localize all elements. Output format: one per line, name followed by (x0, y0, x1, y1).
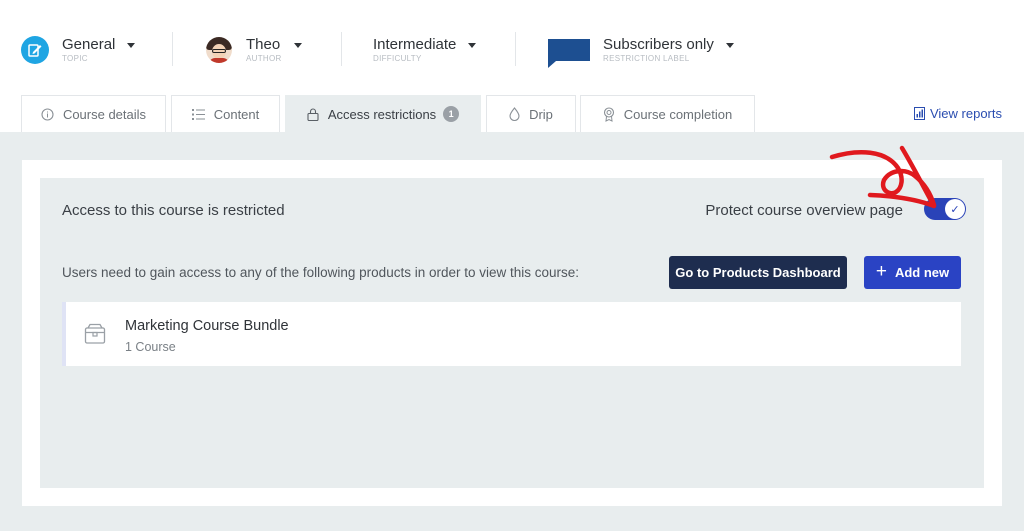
tab-content[interactable]: Content (171, 95, 280, 132)
tab-course-completion[interactable]: Course completion (580, 95, 755, 132)
topic-edit-icon (21, 36, 49, 64)
product-name: Marketing Course Bundle (125, 318, 289, 334)
report-icon (913, 107, 925, 120)
access-panel: Access to this course is restricted Prot… (22, 160, 1002, 506)
access-description: Users need to gain access to any of the … (62, 265, 580, 280)
avatar (206, 37, 232, 63)
chevron-down-icon (725, 42, 734, 48)
view-reports-link[interactable]: View reports (913, 106, 1002, 121)
count-badge: 1 (443, 106, 460, 122)
author-selector[interactable]: Theo AUTHOR (206, 30, 302, 70)
course-meta-bar: General TOPIC Theo AUTHOR Intermediate D… (0, 0, 1024, 95)
tab-label: Access restrictions (327, 106, 437, 122)
check-icon: ✓ (945, 199, 965, 219)
tab-label: Content (213, 106, 260, 122)
award-icon (603, 106, 615, 122)
divider (515, 32, 516, 66)
course-tabs: Course details Content Access restrictio… (0, 95, 1024, 132)
restriction-value: Subscribers only (603, 36, 714, 53)
list-icon (191, 108, 205, 120)
chevron-down-icon (127, 42, 136, 48)
lock-icon (307, 107, 319, 121)
chevron-down-icon (293, 42, 302, 48)
button-label: Add new (894, 265, 950, 280)
topic-label: TOPIC (62, 54, 88, 63)
product-item[interactable]: Marketing Course Bundle 1 Course (62, 302, 961, 366)
tab-label: Course completion (623, 106, 733, 122)
difficulty-label: DIFFICULTY (373, 54, 422, 63)
author-label: AUTHOR (246, 54, 282, 63)
protect-overview-label: Protect course overview page (705, 202, 903, 219)
main-content: Access to this course is restricted Prot… (0, 132, 1024, 531)
access-restrictions-section: Access to this course is restricted Prot… (40, 178, 984, 488)
restriction-label: RESTRICTION LABEL (603, 54, 690, 63)
tab-label: Drip (529, 106, 553, 122)
divider (341, 32, 342, 66)
button-label: Go to Products Dashboard (675, 265, 841, 280)
info-icon (41, 107, 54, 121)
box-icon (84, 323, 106, 345)
add-new-button[interactable]: + Add new (864, 256, 961, 289)
protect-overview-toggle[interactable]: ✓ (924, 198, 966, 220)
go-to-products-dashboard-button[interactable]: Go to Products Dashboard (669, 256, 847, 289)
tab-course-details[interactable]: Course details (21, 95, 166, 132)
view-reports-label: View reports (929, 106, 1002, 121)
product-course-count: 1 Course (125, 340, 176, 354)
topic-value: General (62, 36, 116, 53)
difficulty-value: Intermediate (373, 36, 457, 53)
plus-icon: + (875, 260, 887, 282)
drop-icon (509, 107, 520, 121)
restriction-label-selector[interactable]: Subscribers only RESTRICTION LABEL (548, 30, 734, 70)
section-title: Access to this course is restricted (62, 202, 285, 219)
divider (172, 32, 173, 66)
topic-selector[interactable]: General TOPIC (21, 30, 136, 70)
restriction-label-color-icon (548, 39, 590, 68)
tab-access-restrictions[interactable]: Access restrictions 1 (285, 95, 481, 132)
chevron-down-icon (468, 42, 477, 48)
tab-drip[interactable]: Drip (486, 95, 576, 132)
difficulty-selector[interactable]: Intermediate DIFFICULTY (373, 30, 477, 70)
tab-label: Course details (62, 106, 147, 122)
author-value: Theo (246, 36, 281, 53)
